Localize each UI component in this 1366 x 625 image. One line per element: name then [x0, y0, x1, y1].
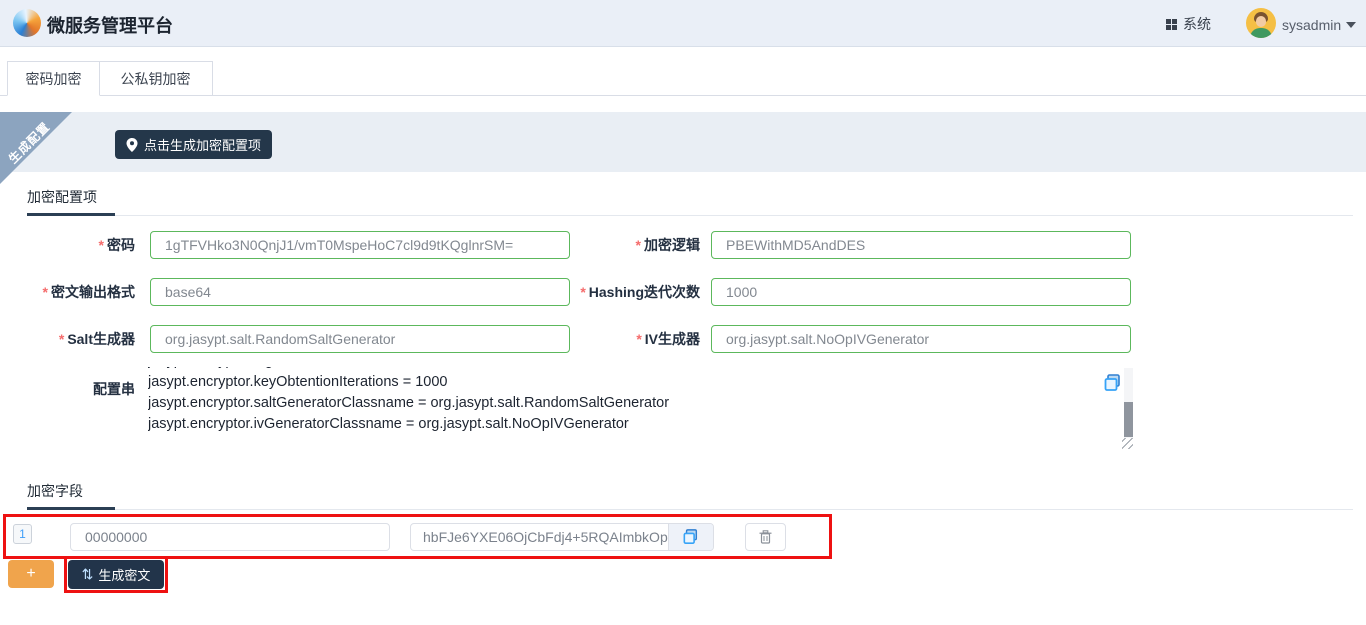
app-logo-icon [13, 9, 41, 37]
tab-password-encrypt[interactable]: 密码加密 [7, 61, 100, 96]
ciphertext-input-group: hbFJe6YXE06OjCbFdj4+5RQAImbkOp [410, 523, 714, 551]
config-section-rule-active [27, 213, 115, 216]
config-string-textarea[interactable]: jasypt.encryptor.algorithm = PBEWithMD5A… [148, 367, 1103, 447]
config-line: jasypt.encryptor.saltGeneratorClassname … [148, 393, 1103, 414]
hashing-iterations-label: *Hashing迭代次数 [460, 278, 700, 306]
salt-generator-label: *Salt生成器 [0, 325, 135, 353]
required-mark: * [580, 284, 585, 300]
scrollbar-track[interactable] [1124, 368, 1133, 438]
config-line: jasypt.encryptor.keyObtentionIterations … [148, 372, 1103, 393]
row-index-badge: 1 [13, 524, 32, 544]
config-section-rule [27, 215, 1353, 216]
generate-cipher-button-label: 生成密文 [98, 565, 150, 584]
nav-system-label: 系统 [1183, 14, 1211, 34]
password-label: *密码 [0, 231, 135, 259]
avatar-body [1250, 28, 1272, 38]
grid-icon [1166, 19, 1177, 30]
copy-cipher-button[interactable] [668, 524, 713, 550]
copy-icon [683, 529, 699, 545]
config-line: jasypt.encryptor.ivGeneratorClassname = … [148, 414, 1103, 435]
fields-section-title: 加密字段 [27, 481, 83, 501]
generate-cipher-button[interactable]: ⇅ 生成密文 [68, 560, 164, 589]
hashing-iterations-input[interactable]: 1000 [711, 278, 1131, 306]
sort-arrows-icon: ⇅ [82, 566, 94, 583]
app-title: 微服务管理平台 [47, 12, 173, 38]
nav-system[interactable]: 系统 [1166, 14, 1211, 34]
textarea-resize-grip[interactable] [1122, 438, 1133, 449]
ciphertext-input[interactable]: hbFJe6YXE06OjCbFdj4+5RQAImbkOp [411, 524, 668, 550]
add-row-button[interactable]: + [8, 560, 54, 588]
app-header: 微服务管理平台 系统 sysadmin [0, 0, 1366, 47]
config-string-label: 配置串 [0, 379, 135, 399]
username-label[interactable]: sysadmin [1282, 17, 1341, 33]
required-mark: * [43, 284, 48, 300]
iv-generator-label: *IV生成器 [460, 325, 700, 353]
generate-config-button[interactable]: 点击生成加密配置项 [115, 130, 272, 159]
plaintext-input[interactable]: 00000000 [70, 523, 390, 551]
tab-keypair-encrypt[interactable]: 公私钥加密 [99, 61, 213, 96]
algorithm-label: *加密逻辑 [460, 231, 700, 259]
required-mark: * [636, 331, 641, 347]
required-mark: * [59, 331, 64, 347]
required-mark: * [99, 237, 104, 253]
scrollbar-thumb[interactable] [1124, 402, 1133, 437]
map-pin-icon [126, 138, 138, 152]
algorithm-input[interactable]: PBEWithMD5AndDES [711, 231, 1131, 259]
trash-icon [759, 530, 772, 544]
user-avatar[interactable] [1246, 8, 1276, 38]
config-section-title: 加密配置项 [27, 187, 97, 207]
caret-down-icon[interactable] [1346, 22, 1356, 28]
iv-generator-input[interactable]: org.jasypt.salt.NoOpIVGenerator [711, 325, 1131, 353]
required-mark: * [636, 237, 641, 253]
output-format-label: *密文输出格式 [0, 278, 135, 306]
fields-section-rule [27, 509, 1353, 510]
copy-icon[interactable] [1104, 374, 1122, 392]
generate-config-button-label: 点击生成加密配置项 [144, 135, 261, 154]
avatar-face [1256, 16, 1266, 27]
fields-section-rule-active [27, 507, 115, 510]
delete-row-button[interactable] [745, 523, 786, 551]
